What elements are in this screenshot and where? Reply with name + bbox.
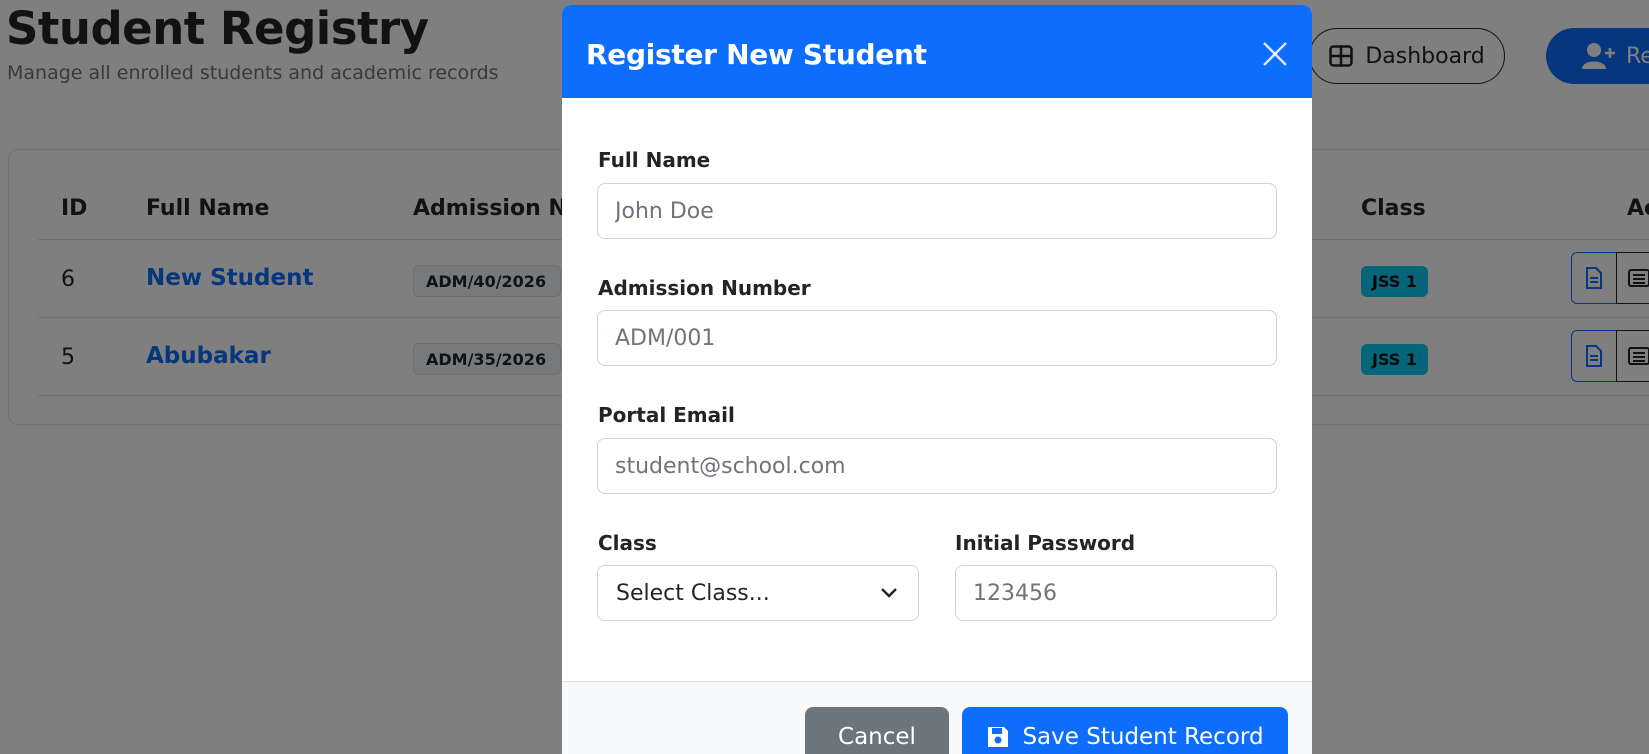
class-label: Class <box>598 531 657 555</box>
portal-email-label: Portal Email <box>598 403 735 427</box>
initial-password-input[interactable] <box>955 565 1277 621</box>
admission-number-label: Admission Number <box>598 276 811 300</box>
full-name-label: Full Name <box>598 148 711 172</box>
portal-email-input[interactable] <box>597 438 1277 494</box>
cancel-button[interactable]: Cancel <box>805 707 949 754</box>
class-select-value: Select Class... <box>616 580 770 606</box>
save-student-record-button[interactable]: Save Student Record <box>962 707 1288 754</box>
chevron-down-icon <box>881 588 897 598</box>
floppy-disk-icon <box>988 727 1009 747</box>
modal-footer: Cancel Save Student Record <box>562 681 1312 754</box>
modal-title: Register New Student <box>586 38 927 71</box>
full-name-input[interactable] <box>597 183 1277 239</box>
close-icon[interactable] <box>1260 39 1290 69</box>
register-student-modal: Register New Student Full Name Admission… <box>562 5 1312 754</box>
admission-number-input[interactable] <box>597 310 1277 366</box>
initial-password-label: Initial Password <box>955 531 1136 555</box>
save-button-label: Save Student Record <box>1022 724 1264 750</box>
modal-header: Register New Student <box>562 5 1312 98</box>
class-select[interactable]: Select Class... <box>597 565 919 621</box>
